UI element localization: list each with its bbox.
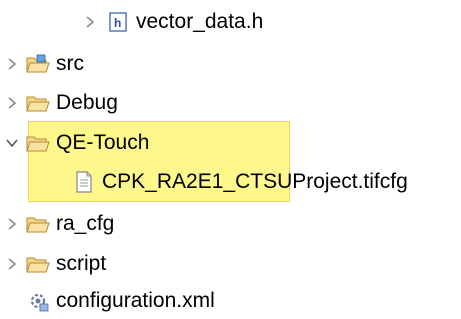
chevron-right-icon[interactable] [4, 256, 20, 272]
tree-item-label: Debug [56, 91, 118, 114]
chevron-right-icon[interactable] [4, 56, 20, 72]
tree-item-label: vector_data.h [136, 10, 264, 33]
tree-item-tifcfg-file[interactable]: CPK_RA2E1_CTSUProject.tifcfg [0, 164, 461, 200]
chevron-right-icon[interactable] [82, 14, 98, 30]
folder-icon [26, 92, 50, 114]
chevron-down-icon[interactable] [4, 135, 20, 151]
chevron-right-icon[interactable] [4, 216, 20, 232]
tree-item-label: CPK_RA2E1_CTSUProject.tifcfg [102, 170, 408, 193]
tree-item-debug[interactable]: Debug [0, 85, 461, 121]
tree-item-qe-touch[interactable]: QE-Touch [0, 125, 461, 161]
folder-icon [26, 132, 50, 154]
folder-icon [26, 253, 50, 275]
tree-item-ra-cfg[interactable]: ra_cfg [0, 206, 461, 242]
tree-item-configuration-xml[interactable]: configuration.xml [0, 283, 461, 319]
tree-item-vector-data-h[interactable]: h vector_data.h [0, 4, 461, 40]
tree-item-src[interactable]: src [0, 46, 461, 82]
chevron-right-icon[interactable] [4, 95, 20, 111]
folder-icon [26, 213, 50, 235]
tree-item-script[interactable]: script [0, 246, 461, 282]
tree-item-label: ra_cfg [56, 212, 115, 235]
tree-item-label: script [56, 252, 107, 275]
tree-item-label: src [56, 52, 84, 75]
tree-item-label: QE-Touch [56, 131, 150, 154]
svg-text:h: h [114, 16, 121, 30]
file-icon [72, 171, 96, 193]
header-file-icon: h [106, 11, 130, 33]
project-tree: h vector_data.h src Debug QE-Touch CPK_R… [0, 0, 461, 318]
tree-item-label: configuration.xml [56, 289, 215, 312]
config-file-icon [26, 290, 50, 312]
source-folder-icon [26, 53, 50, 75]
